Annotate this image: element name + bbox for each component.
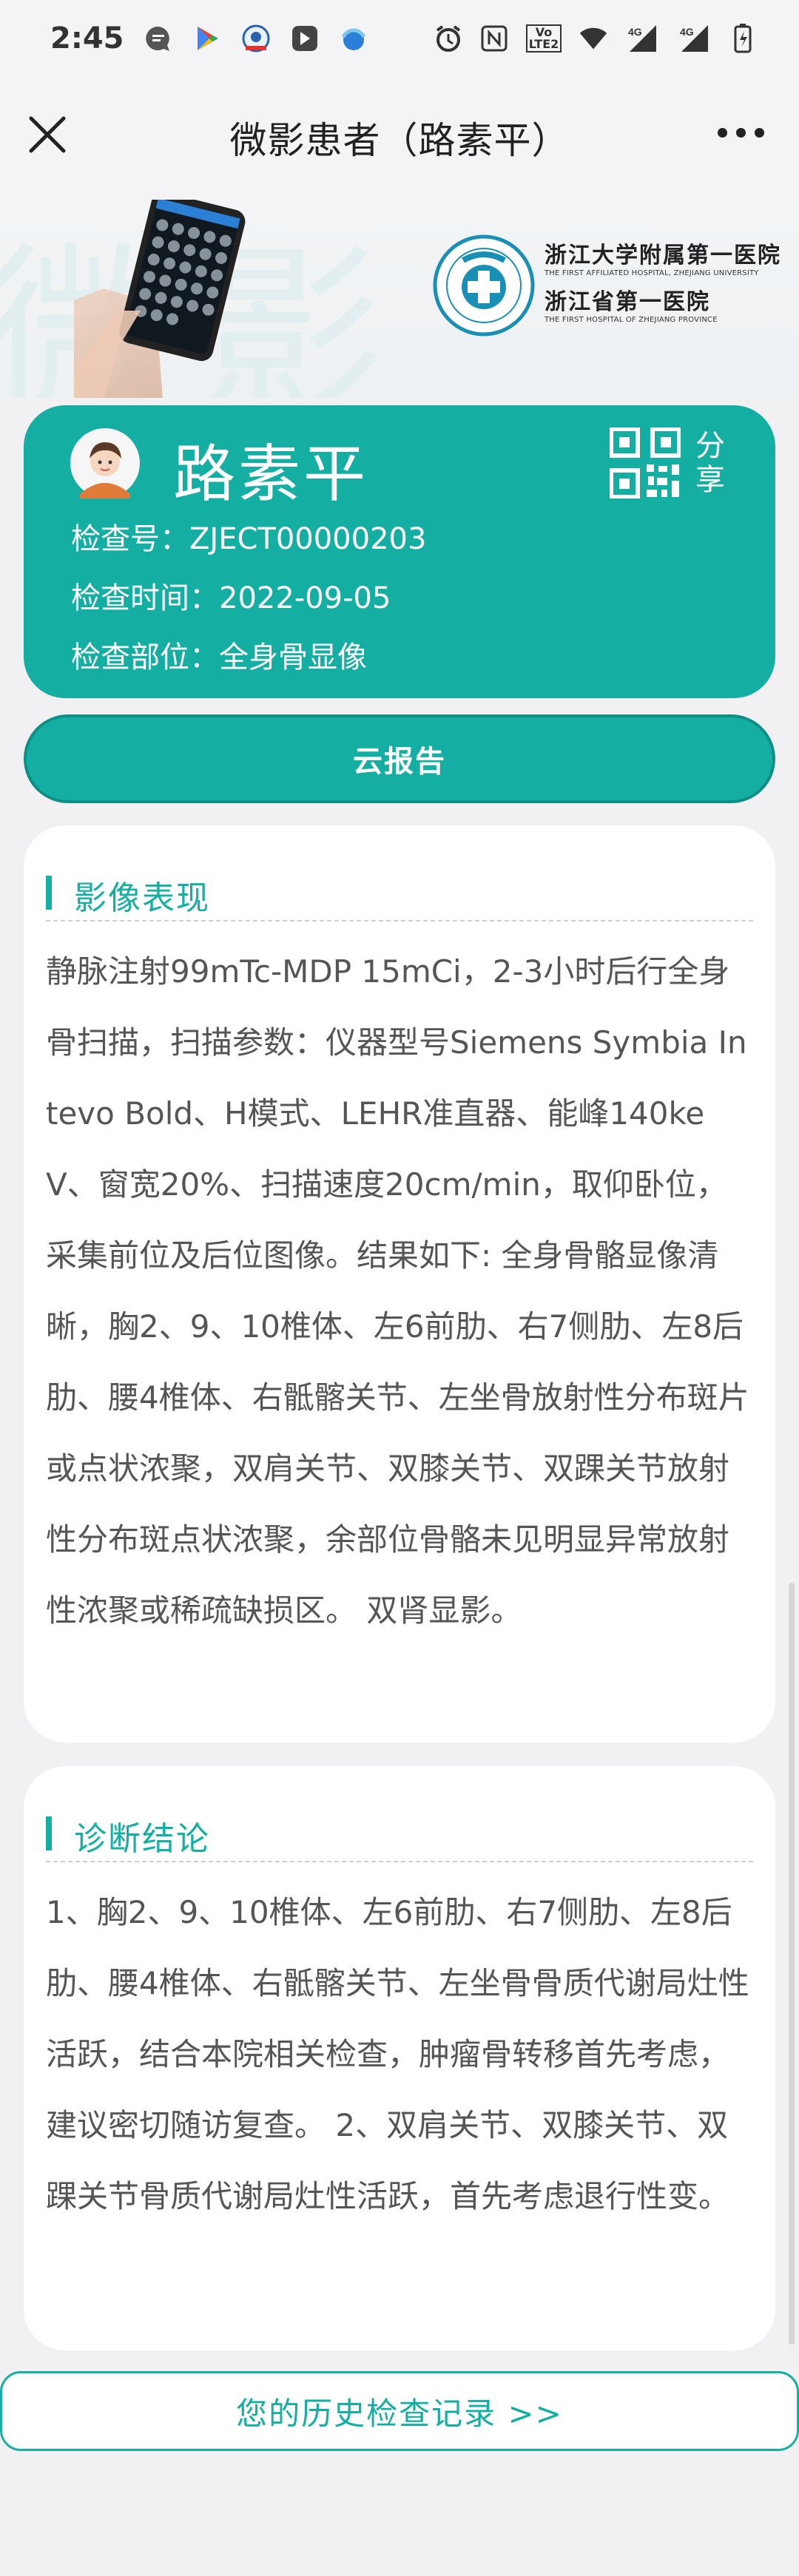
history-records-button[interactable]: 您的历史检查记录 >>	[0, 2371, 799, 2451]
hospital-name-en-2: THE FIRST HOSPITAL OF ZHEJIANG PROVINCE	[545, 316, 718, 324]
diagnosis-title: 诊断结论	[74, 1820, 210, 1858]
signal-2-icon: 4G	[676, 24, 712, 53]
more-icon[interactable]	[718, 121, 765, 143]
message-icon	[144, 24, 173, 53]
hospital-name-cn-2: 浙江省第一医院	[545, 289, 710, 315]
play-store-icon	[192, 24, 222, 53]
cloud-report-button[interactable]: 云报告	[24, 714, 775, 803]
exam-part: 检查部位：全身骨显像	[71, 640, 367, 675]
imaging-findings-header: 影像表现	[46, 855, 753, 922]
hospital-banner: 微影	[0, 198, 799, 398]
status-time: 2:45	[50, 21, 124, 55]
imaging-findings-text: 静脉注射99mTc-MDP 15mCi，2-3小时后行全身骨扫描，扫描参数：仪器…	[46, 953, 749, 1629]
volte-icon: Vo LTE2	[525, 24, 562, 53]
hospital-name-en-1: THE FIRST AFFILIATED HOSPITAL, ZHEJIANG …	[545, 269, 759, 277]
page-title: 微影患者（路素平）	[229, 119, 570, 162]
nfc-icon	[479, 24, 509, 53]
alarm-icon	[434, 24, 463, 53]
hospital-logo	[432, 234, 536, 340]
imaging-findings-title: 影像表现	[74, 879, 210, 917]
hospital-name: 浙江大学附属第一医院 THE FIRST AFFILIATED HOSPITAL…	[545, 237, 781, 324]
svg-text:4G: 4G	[628, 26, 642, 38]
diagnosis-text: 1、胸2、9、10椎体、左6前肋、右7侧肋、左8后肋、腰4椎体、右骶髂关节、左坐…	[46, 1894, 749, 2214]
system-icons: Vo LTE2 4G 4G	[434, 24, 758, 53]
app-notification-icon	[241, 24, 271, 53]
scrollbar[interactable]	[789, 1583, 795, 2345]
hospital-name-cn-1: 浙江大学附属第一医院	[545, 243, 781, 268]
avatar	[70, 427, 141, 498]
close-icon[interactable]	[25, 112, 70, 157]
notification-icons	[144, 24, 368, 53]
diagnosis-card: 诊断结论 1、胸2、9、10椎体、左6前肋、右7侧肋、左8后肋、腰4椎体、右骶髂…	[24, 1766, 775, 2350]
tiktok-style-icon	[290, 24, 320, 53]
status-bar: 2:45 Vo LTE2 4G 4G	[0, 0, 799, 77]
battery-icon	[728, 24, 758, 53]
exam-number: 检查号：ZJECT00000203	[71, 522, 427, 556]
diagnosis-header: 诊断结论	[46, 1796, 753, 1862]
cloud-app-icon	[339, 24, 368, 53]
patient-name: 路素平	[173, 438, 369, 510]
patient-card: 路素平 分享 检查号：ZJECT00000203 检查时间：2022-09-05…	[24, 405, 775, 698]
phone-image	[1, 198, 252, 398]
wifi-icon	[579, 24, 608, 53]
share-button[interactable]: 分享	[692, 429, 728, 497]
qr-code-icon[interactable]	[609, 427, 681, 499]
nav-bar: 微影患者（路素平）	[0, 77, 799, 198]
svg-text:4G: 4G	[680, 26, 694, 38]
section-accent-bar	[46, 1816, 52, 1850]
signal-1-icon: 4G	[624, 24, 660, 53]
imaging-findings-card: 影像表现 静脉注射99mTc-MDP 15mCi，2-3小时后行全身骨扫描，扫描…	[24, 825, 775, 1742]
exam-time: 检查时间：2022-09-05	[71, 581, 391, 615]
section-accent-bar	[46, 876, 52, 910]
